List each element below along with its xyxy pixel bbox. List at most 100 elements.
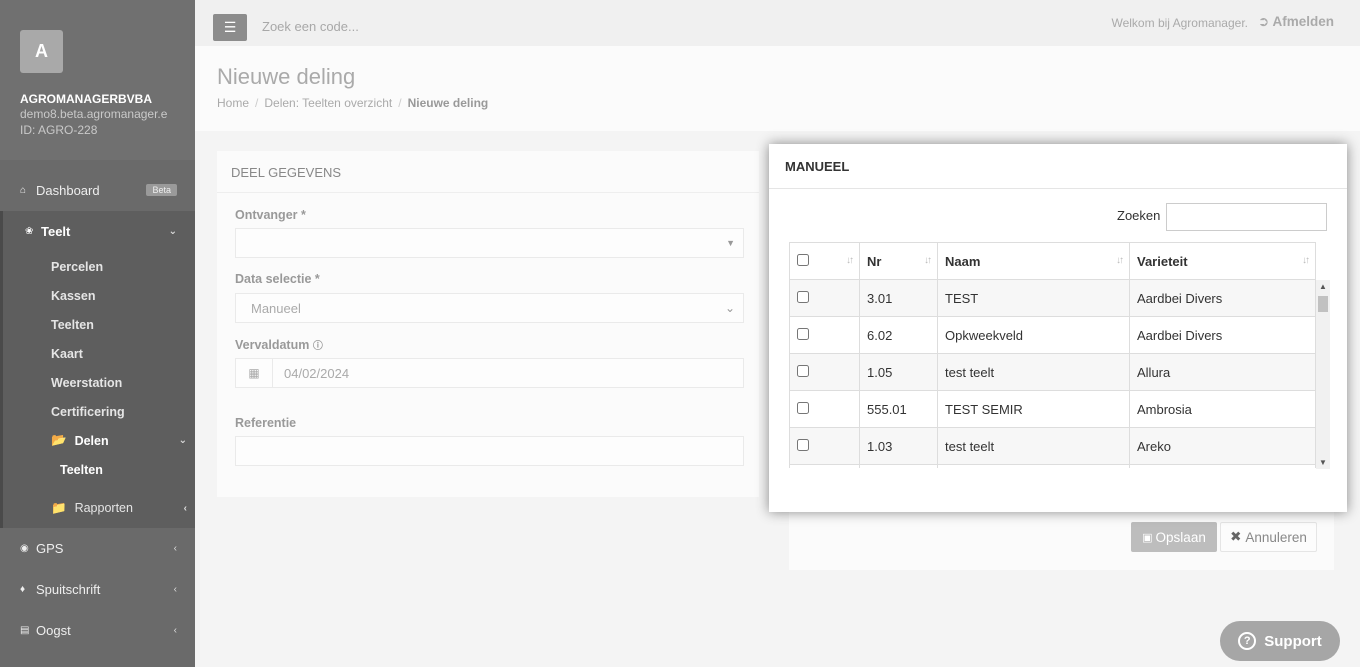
sidebar-item-weerstation[interactable]: Weerstation — [3, 368, 195, 397]
sidebar-item-spuitschrift[interactable]: ♦ Spuitschrift ‹ — [0, 569, 195, 610]
row-checkbox[interactable] — [797, 364, 809, 377]
scroll-up-icon[interactable]: ▲ — [1319, 282, 1327, 291]
search-label: Zoeken — [1117, 208, 1161, 223]
row-select[interactable] — [789, 427, 860, 465]
chevron-left-icon: ‹ — [173, 625, 177, 636]
row-select[interactable] — [789, 279, 860, 317]
row-select[interactable] — [789, 316, 860, 354]
data-selectie-value: Manueel — [251, 300, 301, 316]
sort-icon[interactable]: ↓↑ — [924, 255, 932, 266]
sign-out-icon: ➲ — [1257, 14, 1270, 29]
menu-toggle-button[interactable]: ☰ — [213, 14, 247, 41]
sidebar-item-teelt[interactable]: ❀ Teelt ⌄ — [3, 211, 195, 252]
cell-nr: 3.01 — [859, 279, 938, 317]
cell-varieteit: Ambrosia — [1129, 390, 1316, 428]
sidebar-item-certificering[interactable]: Certificering — [3, 397, 195, 426]
breadcrumb-overview[interactable]: Delen: Teelten overzicht — [264, 96, 392, 110]
table-scrollbar[interactable]: ▲ ▼ — [1316, 280, 1330, 469]
column-header-varieteit[interactable]: Varieteit ↓↑ — [1129, 242, 1316, 280]
scroll-down-icon[interactable]: ▼ — [1319, 458, 1327, 467]
sidebar-item-rapporten[interactable]: 📁 Rapporten ‹ — [3, 492, 195, 524]
vervaldatum-label: Vervaldatum ⓘ — [235, 337, 323, 352]
top-bar: ☰ Welkom bij Agromanager. ➲ Afmelden — [195, 0, 1360, 46]
leaf-icon: ❀ — [25, 226, 34, 237]
home-icon: ⌂ — [20, 185, 27, 196]
table-row[interactable]: 555.01 TEST SEMIR Ambrosia — [789, 390, 1316, 428]
sidebar-item-gps[interactable]: ◉ GPS ‹ — [0, 528, 195, 569]
chevron-left-icon: ‹ — [173, 584, 177, 595]
modal-title: MANUEEL — [769, 144, 1347, 189]
breadcrumb-current: Nieuwe deling — [407, 96, 489, 110]
row-select[interactable] — [789, 390, 860, 428]
breadcrumb-home[interactable]: Home — [217, 96, 249, 110]
sort-icon[interactable]: ↓↑ — [1302, 255, 1310, 266]
map-marker-icon: ◉ — [20, 543, 29, 554]
save-button[interactable]: ▣ Opslaan — [1131, 522, 1217, 552]
column-label: Varieteit — [1137, 253, 1188, 269]
chevron-left-icon: ‹ — [183, 502, 187, 514]
sort-icon[interactable]: ↓↑ — [846, 255, 854, 266]
data-selectie-label: Data selectie * — [235, 272, 320, 286]
vervaldatum-field[interactable]: ▦ 04/02/2024 — [235, 358, 744, 388]
row-checkbox[interactable] — [797, 290, 809, 303]
sidebar-item-label: Delen — [74, 433, 109, 448]
sort-icon[interactable]: ↓↑ — [1116, 255, 1124, 266]
row-checkbox[interactable] — [797, 327, 809, 340]
sidebar-item-teelten[interactable]: Teelten — [3, 310, 195, 339]
cell-nr: 1.05 — [859, 353, 938, 391]
company-name: AGROMANAGERBVBA — [20, 92, 152, 106]
sidebar-item-kaart[interactable]: Kaart — [3, 339, 195, 368]
support-label: Support — [1264, 632, 1322, 650]
chevron-down-icon: ⌄ — [724, 301, 735, 315]
sidebar-item-kassen[interactable]: Kassen — [3, 281, 195, 310]
row-checkbox[interactable] — [797, 438, 809, 451]
logout-link[interactable]: ➲ Afmelden — [1258, 14, 1334, 30]
sidebar-item-label: Dashboard — [36, 183, 100, 198]
scrollbar-thumb[interactable] — [1318, 296, 1328, 312]
page-title: Nieuwe deling — [217, 64, 356, 89]
sidebar-item-delen-teelten[interactable]: Teelten — [3, 455, 195, 484]
sidebar-item-delen[interactable]: 📂 Delen ⌄ — [3, 426, 195, 455]
cell-naam: TEST — [937, 279, 1130, 317]
cancel-label: Annuleren — [1245, 529, 1307, 545]
support-button[interactable]: ? Support — [1220, 621, 1340, 661]
cell-nr — [859, 464, 938, 468]
select-all-header[interactable]: ↓↑ — [789, 242, 860, 280]
referentie-input[interactable] — [235, 436, 744, 466]
row-select[interactable] — [789, 353, 860, 391]
folder-icon: 📁 — [51, 500, 67, 515]
data-selectie-select[interactable]: Manueel ⌄ — [235, 293, 744, 323]
select-all-checkbox[interactable] — [797, 253, 809, 266]
sidebar-item-percelen[interactable]: Percelen — [3, 252, 195, 281]
table-search-input[interactable] — [1166, 203, 1327, 231]
table-row[interactable]: 1.03 test teelt Areko — [789, 427, 1316, 465]
code-search-input[interactable] — [262, 19, 562, 34]
sidebar-item-oogst[interactable]: ▤ Oogst ‹ — [0, 610, 195, 651]
table-row[interactable] — [789, 464, 1316, 468]
avatar[interactable]: A — [20, 30, 63, 73]
cell-varieteit: Aardbei Divers — [1129, 279, 1316, 317]
ontvanger-label: Ontvanger * — [235, 208, 306, 222]
ontvanger-select[interactable]: ▼ — [235, 228, 744, 258]
table-row[interactable]: 3.01 TEST Aardbei Divers — [789, 279, 1316, 317]
table-header-row: ↓↑ Nr ↓↑ Naam ↓↑ Varieteit ↓↑ — [789, 242, 1316, 280]
sidebar-item-label: Rapporten — [74, 501, 133, 515]
chevron-left-icon: ‹ — [173, 543, 177, 554]
info-icon: ⓘ — [312, 341, 323, 352]
cancel-button[interactable]: ✖ Annuleren — [1220, 522, 1317, 552]
sidebar-item-dashboard[interactable]: ⌂ Dashboard Beta — [0, 170, 195, 211]
column-header-nr[interactable]: Nr ↓↑ — [859, 242, 938, 280]
selection-table-wrapper[interactable]: ↓↑ Nr ↓↑ Naam ↓↑ Varieteit ↓↑ 3.01 TEST Aar… — [789, 242, 1331, 468]
cell-nr: 1.03 — [859, 427, 938, 465]
question-icon: ? — [1238, 632, 1257, 650]
cell-varieteit: Aardbei Divers — [1129, 316, 1316, 354]
card-title: DEEL GEGEVENS — [217, 151, 759, 193]
vervaldatum-value: 04/02/2024 — [284, 365, 350, 381]
row-checkbox[interactable] — [797, 401, 809, 414]
column-header-naam[interactable]: Naam ↓↑ — [937, 242, 1130, 280]
table-row[interactable]: 6.02 Opkweekveld Aardbei Divers — [789, 316, 1316, 354]
table-row[interactable]: 1.05 test teelt Allura — [789, 353, 1316, 391]
row-select[interactable] — [789, 464, 860, 468]
cell-naam — [937, 464, 1130, 468]
company-id: ID: AGRO-228 — [20, 123, 98, 137]
